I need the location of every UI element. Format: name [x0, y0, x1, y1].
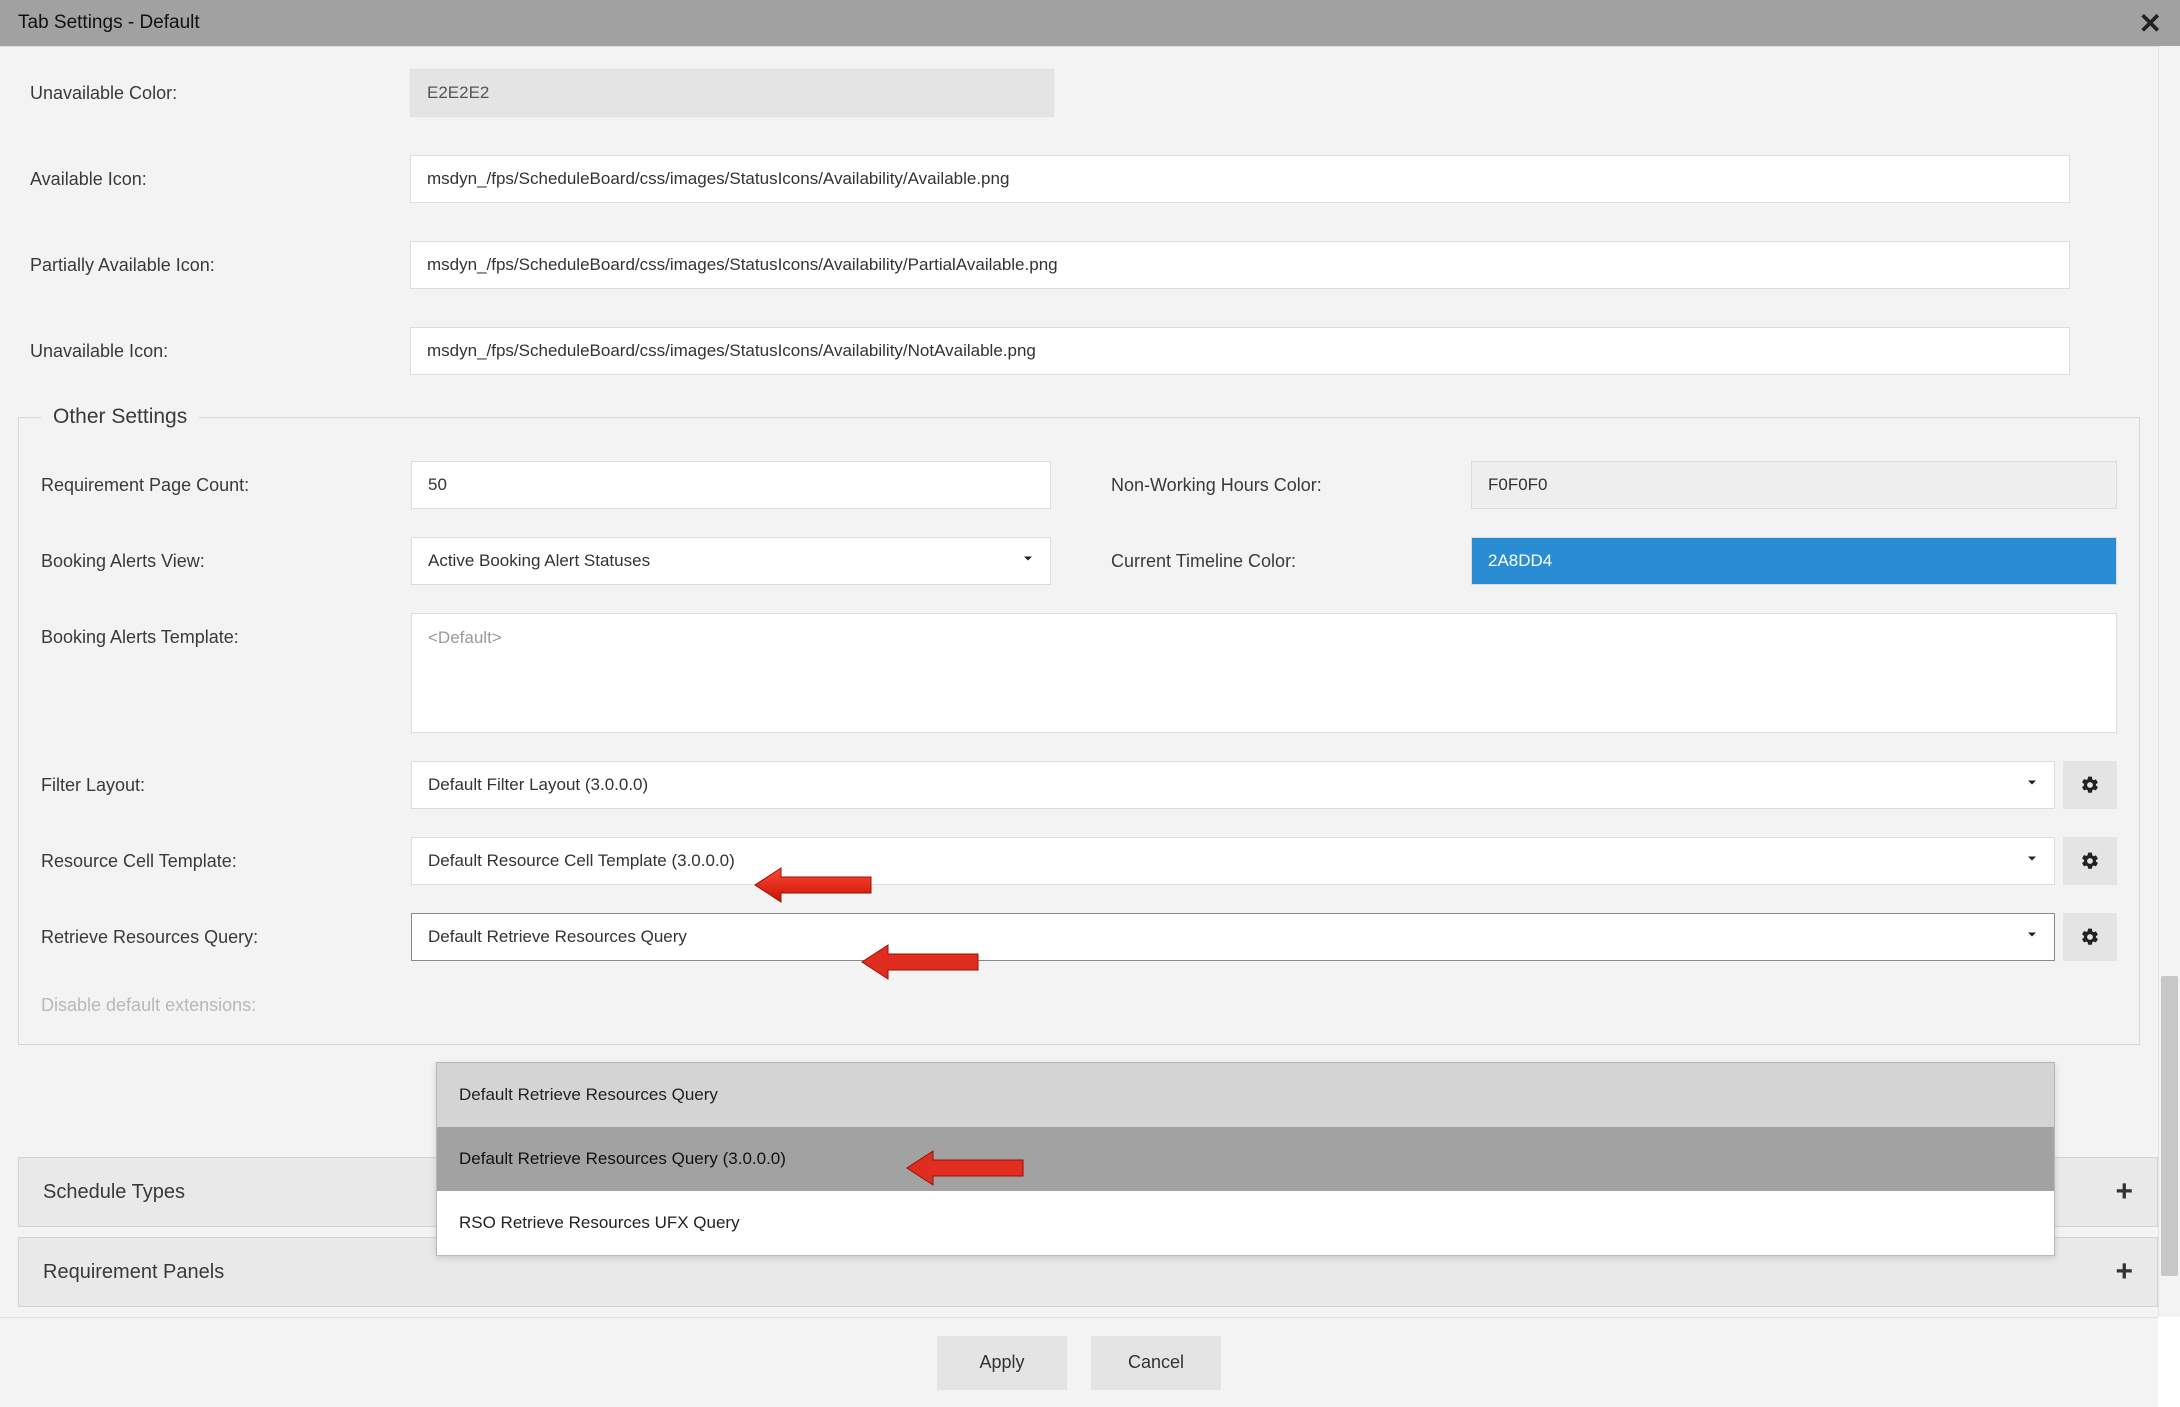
nonworking-hours-color-label: Non-Working Hours Color:: [1111, 475, 1471, 496]
resource-cell-template-gear-button[interactable]: [2063, 837, 2117, 885]
available-icon-input[interactable]: msdyn_/fps/ScheduleBoard/css/images/Stat…: [410, 155, 2070, 203]
unavailable-color-input[interactable]: E2E2E2: [410, 69, 1054, 117]
partially-available-icon-input[interactable]: msdyn_/fps/ScheduleBoard/css/images/Stat…: [410, 241, 2070, 289]
partially-available-icon-label: Partially Available Icon:: [30, 255, 410, 276]
resource-cell-template-label: Resource Cell Template:: [41, 851, 411, 872]
retrieve-resources-query-value: Default Retrieve Resources Query: [428, 927, 687, 947]
resource-cell-template-value: Default Resource Cell Template (3.0.0.0): [428, 851, 735, 871]
current-timeline-color-input[interactable]: 2A8DD4: [1471, 537, 2117, 585]
schedule-types-label: Schedule Types: [43, 1181, 185, 1204]
annotation-arrow: [753, 862, 873, 908]
vertical-scrollbar[interactable]: [2158, 46, 2180, 1317]
available-icon-label: Available Icon:: [30, 169, 410, 190]
retrieve-resources-query-select[interactable]: Default Retrieve Resources Query: [411, 913, 2055, 961]
other-settings-group: Other Settings Requirement Page Count: 5…: [18, 405, 2140, 1045]
chevron-down-icon: [2024, 851, 2040, 872]
annotation-arrow: [905, 1145, 1025, 1191]
unavailable-icon-input[interactable]: msdyn_/fps/ScheduleBoard/css/images/Stat…: [410, 327, 2070, 375]
requirement-page-count-input[interactable]: 50: [411, 461, 1051, 509]
titlebar: Tab Settings - Default ✕: [0, 0, 2180, 46]
scrollbar-thumb[interactable]: [2161, 976, 2178, 1276]
plus-icon: +: [2115, 1175, 2133, 1209]
dropdown-option[interactable]: RSO Retrieve Resources UFX Query: [437, 1191, 2054, 1255]
gear-icon: [2080, 927, 2100, 947]
booking-alerts-template-label: Booking Alerts Template:: [41, 613, 411, 648]
current-timeline-color-label: Current Timeline Color:: [1111, 551, 1471, 572]
resource-cell-template-select[interactable]: Default Resource Cell Template (3.0.0.0): [411, 837, 2055, 885]
booking-alerts-view-label: Booking Alerts View:: [41, 551, 411, 572]
retrieve-resources-query-gear-button[interactable]: [2063, 913, 2117, 961]
filter-layout-select[interactable]: Default Filter Layout (3.0.0.0): [411, 761, 2055, 809]
requirement-page-count-label: Requirement Page Count:: [41, 475, 411, 496]
gear-icon: [2080, 851, 2100, 871]
unavailable-icon-label: Unavailable Icon:: [30, 341, 410, 362]
window-title: Tab Settings - Default: [18, 12, 2139, 34]
apply-button[interactable]: Apply: [937, 1336, 1067, 1390]
dropdown-option[interactable]: Default Retrieve Resources Query: [437, 1063, 2054, 1127]
filter-layout-gear-button[interactable]: [2063, 761, 2117, 809]
filter-layout-label: Filter Layout:: [41, 775, 411, 796]
retrieve-resources-query-dropdown: Default Retrieve Resources Query Default…: [436, 1062, 2055, 1256]
booking-alerts-view-value: Active Booking Alert Statuses: [428, 551, 650, 571]
plus-icon: +: [2115, 1255, 2133, 1289]
nonworking-hours-color-input[interactable]: F0F0F0: [1471, 461, 2117, 509]
unavailable-color-label: Unavailable Color:: [30, 83, 410, 104]
chevron-down-icon: [2024, 927, 2040, 948]
booking-alerts-template-textarea[interactable]: <Default>: [411, 613, 2117, 733]
other-settings-legend: Other Settings: [41, 405, 199, 429]
dropdown-option[interactable]: Default Retrieve Resources Query (3.0.0.…: [437, 1127, 2054, 1191]
chevron-down-icon: [1020, 551, 1036, 572]
booking-alerts-view-select[interactable]: Active Booking Alert Statuses: [411, 537, 1051, 585]
gear-icon: [2080, 775, 2100, 795]
retrieve-resources-query-label: Retrieve Resources Query:: [41, 927, 411, 948]
cancel-button[interactable]: Cancel: [1091, 1336, 1221, 1390]
close-icon[interactable]: ✕: [2139, 7, 2162, 40]
filter-layout-value: Default Filter Layout (3.0.0.0): [428, 775, 648, 795]
annotation-arrow: [860, 939, 980, 985]
chevron-down-icon: [2024, 775, 2040, 796]
requirement-panels-label: Requirement Panels: [43, 1261, 224, 1284]
disable-default-extensions-label: Disable default extensions:: [41, 995, 411, 1016]
